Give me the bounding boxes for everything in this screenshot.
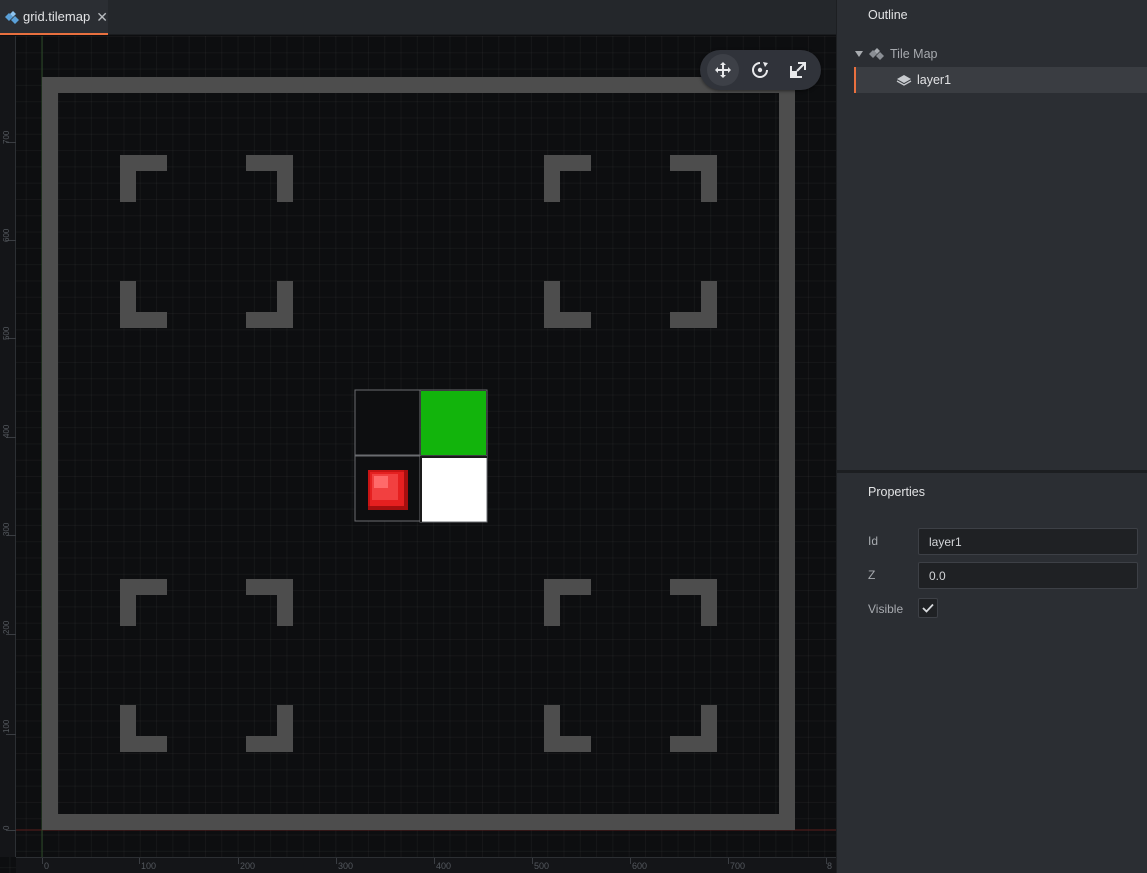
right-sidebar: Outline Tile Map layer1 Properties Id la… (836, 0, 1147, 873)
visible-checkbox[interactable] (918, 598, 938, 618)
ruler-label: 400 (436, 861, 452, 871)
ruler-label: 300 (338, 861, 354, 871)
move-tool-icon (714, 62, 731, 78)
ruler-label: 600 (2, 228, 11, 242)
ruler-label: 200 (240, 861, 256, 871)
tab-label: grid.tilemap (23, 9, 91, 24)
ruler-label: 700 (730, 861, 746, 871)
outline-item-tile-map[interactable]: Tile Map (855, 41, 1147, 67)
layer-icon (896, 75, 912, 86)
outline-item-label: layer1 (917, 73, 952, 87)
ruler-label: 600 (632, 861, 648, 871)
red-block-tile (368, 470, 408, 510)
expand-arrow-icon[interactable] (855, 51, 863, 57)
scale-tool-icon (790, 62, 807, 78)
rotate-tool-button[interactable] (744, 54, 776, 86)
scene-viewport[interactable] (0, 36, 836, 873)
ruler-label: 100 (2, 719, 11, 733)
id-field[interactable]: layer1 (918, 528, 1138, 555)
center-tiles (354, 389, 488, 523)
ruler-label: 0 (44, 861, 50, 871)
tab-bar: grid.tilemap ✕ (0, 0, 836, 35)
tab-grid-tilemap[interactable]: grid.tilemap ✕ (0, 0, 108, 35)
ruler-label: 8 (827, 861, 833, 871)
ruler-label: 200 (2, 620, 11, 634)
outline-item-label: Tile Map (890, 47, 938, 61)
vertical-ruler: 0 100 200 300 400 500 600 700 (0, 36, 16, 857)
tilemap-canvas (0, 36, 836, 857)
ruler-label: 700 (2, 130, 11, 144)
green-tile (421, 391, 486, 455)
outline-item-layer1[interactable]: layer1 (854, 67, 1147, 93)
horizontal-ruler: 0 100 200 300 400 500 600 700 8 (16, 857, 836, 873)
ruler-label: 0 (2, 825, 11, 830)
tab-close-icon[interactable]: ✕ (96, 10, 108, 24)
white-tile (422, 458, 487, 522)
outline-panel: Outline Tile Map layer1 (837, 0, 1147, 470)
ruler-label: 300 (2, 522, 11, 536)
id-label: Id (868, 534, 879, 548)
ruler-label: 500 (2, 326, 11, 340)
move-tool-button[interactable] (706, 54, 739, 86)
visible-label: Visible (868, 602, 904, 616)
outline-title: Outline (868, 8, 908, 22)
properties-panel: Properties Id layer1 Z 0.0 Visible (837, 473, 1147, 873)
scene-editor: grid.tilemap ✕ 0 100 200 300 400 500 600… (0, 0, 836, 873)
rotate-tool-icon (752, 62, 769, 78)
tilemap-icon (869, 48, 884, 60)
scale-tool-button[interactable] (782, 54, 814, 86)
transform-tool-palette (700, 50, 821, 90)
empty-tile (354, 389, 421, 456)
ruler-label: 400 (2, 424, 11, 438)
z-field[interactable]: 0.0 (918, 562, 1138, 589)
properties-title: Properties (868, 485, 925, 499)
ruler-label: 500 (534, 861, 550, 871)
z-label: Z (868, 568, 876, 582)
tilemap-icon (5, 10, 19, 24)
ruler-label: 100 (141, 861, 157, 871)
checkmark-icon (922, 603, 934, 613)
